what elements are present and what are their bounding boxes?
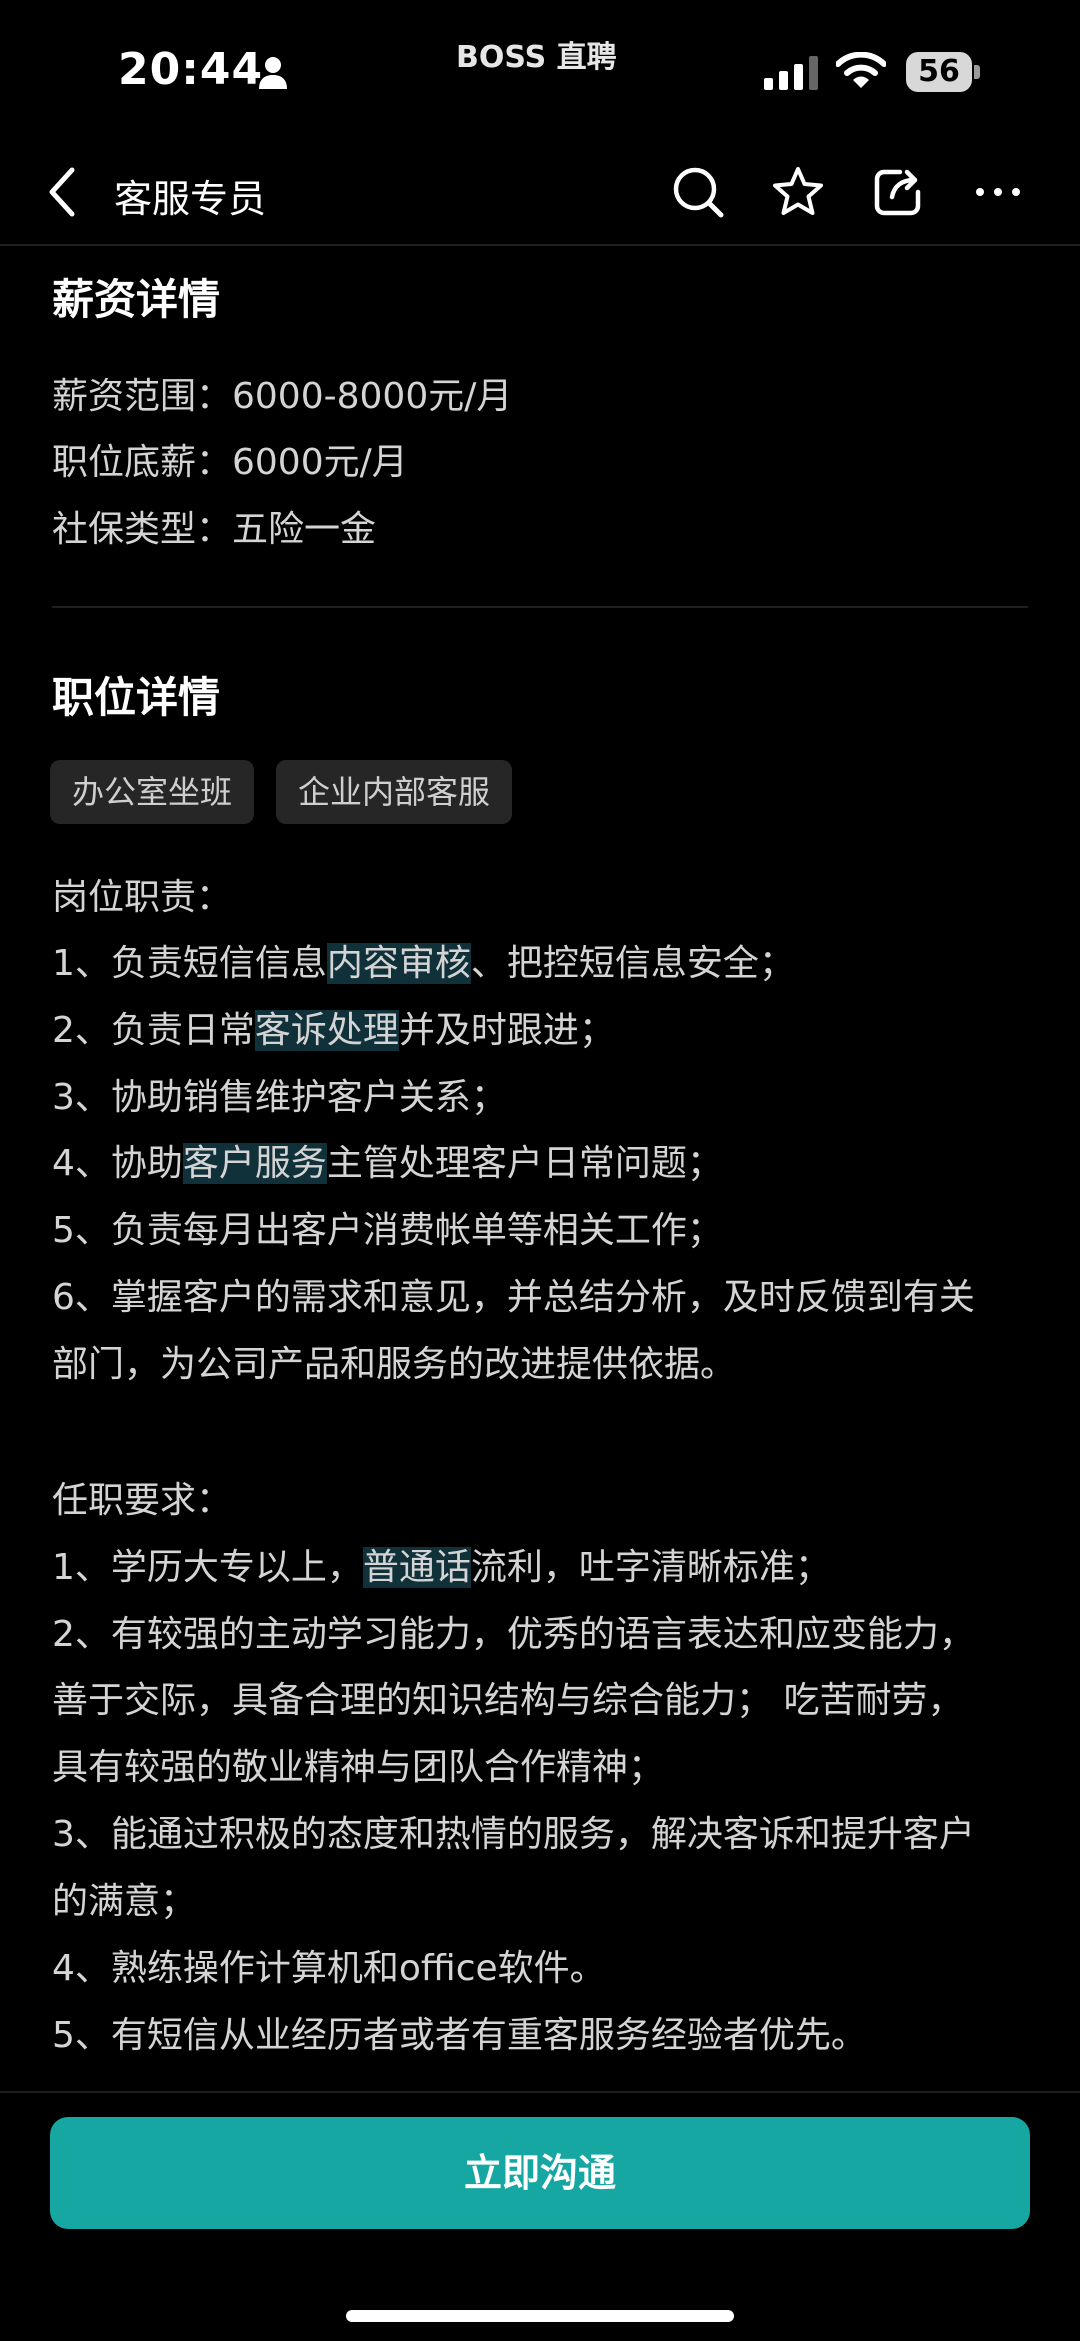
keyword-highlight[interactable]: 普通话 [362,1547,471,1588]
insurance-type: 社保类型：五险一金 [52,509,377,550]
duty-4: 4、协助客户服务主管处理客户日常问题； [52,1143,723,1184]
salary-heading: 薪资详情 [52,275,221,324]
duty-6-line-1: 6、掌握客户的需求和意见，并总结分析，及时反馈到有关 [52,1277,975,1318]
duties-title: 岗位职责： [52,877,233,918]
duty-1: 1、负责短信信息内容审核、把控短信息安全； [52,943,795,984]
wifi-icon [836,52,886,88]
battery-level: 56 [918,54,960,89]
chat-now-button[interactable]: 立即沟通 [50,2117,1030,2229]
requirement-2-line-2: 善于交际，具备合理的知识结构与综合能力； 吃苦耐劳， [52,1680,964,1721]
more-icon[interactable] [970,164,1026,220]
nav-divider [0,244,1080,246]
back-arrow-icon[interactable] [46,166,80,218]
section-divider [52,606,1028,608]
requirements-title: 任职要求： [52,1480,233,1521]
nav-bar: 客服专员 [0,140,1080,244]
duty-2: 2、负责日常客诉处理并及时跟进； [52,1010,615,1051]
page-title: 客服专员 [114,177,267,221]
salary-range: 薪资范围：6000-8000元/月 [52,376,513,417]
keyword-highlight[interactable]: 客户服务 [182,1143,327,1184]
requirement-3-line-1: 3、能通过积极的态度和热情的服务，解决客诉和提升客户 [52,1814,975,1855]
star-icon[interactable] [770,164,826,220]
tag-office: 办公室坐班 [50,760,255,824]
duty-3: 3、协助销售维护客户关系； [52,1077,507,1118]
base-salary: 职位底薪：6000元/月 [52,442,408,483]
search-icon[interactable] [670,164,726,220]
signal-icon [764,56,818,90]
share-icon[interactable] [870,164,926,220]
requirement-3-line-2: 的满意； [52,1881,197,1922]
carrier-label: BOSS 直聘 [456,40,617,75]
requirement-1: 1、学历大专以上，普通话流利，吐字清晰标准； [52,1547,831,1588]
job-heading: 职位详情 [52,673,221,722]
tag-internal-service: 企业内部客服 [276,760,513,824]
duty-5: 5、负责每月出客户消费帐单等相关工作； [52,1210,723,1251]
keyword-highlight[interactable]: 内容审核 [326,943,471,984]
duty-6-line-2: 部门，为公司产品和服务的改进提供依据。 [52,1344,737,1385]
requirement-2-line-1: 2、有较强的主动学习能力，优秀的语言表达和应变能力， [52,1614,975,1655]
requirement-4: 4、熟练操作计算机和office软件。 [52,1948,606,1989]
requirement-2-line-3: 具有较强的敬业精神与团队合作精神； [52,1747,665,1788]
bottom-divider [0,2091,1080,2093]
battery-icon: 56 [906,52,986,92]
home-indicator [346,2310,734,2322]
keyword-highlight[interactable]: 客诉处理 [254,1010,399,1051]
person-icon [259,57,287,89]
requirement-5: 5、有短信从业经历者或者有重客服务经验者优先。 [52,2015,867,2056]
status-time: 20:44 [118,44,264,95]
status-bar: 20:44 BOSS 直聘 56 [0,0,1080,140]
